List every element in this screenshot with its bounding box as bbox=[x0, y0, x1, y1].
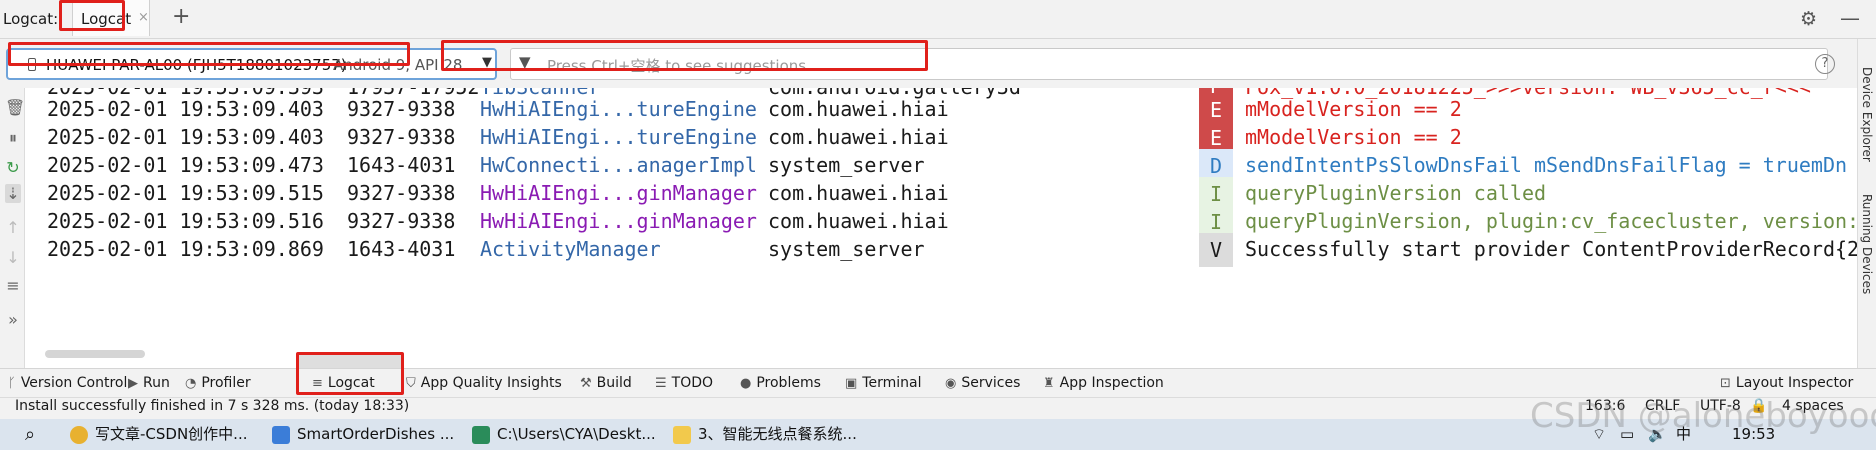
highlight-box-device bbox=[8, 42, 410, 66]
running-devices-tab[interactable]: Running Devices bbox=[1860, 194, 1874, 294]
log-message: mModelVersion == 2 bbox=[1245, 97, 1462, 121]
layout-inspector-icon: ⊡ bbox=[1720, 376, 1731, 391]
quality-icon: ⛉ bbox=[406, 376, 416, 391]
log-row[interactable]: 2025-02-01 19:53:09.869 1643-4031 Activity… bbox=[25, 233, 1857, 267]
tool-terminal[interactable]: ▣ Terminal bbox=[845, 375, 921, 391]
tool-app-inspection[interactable]: ♜ App Inspection bbox=[1043, 375, 1164, 391]
terminal-icon bbox=[472, 425, 490, 444]
taskbar-item-android-studio[interactable]: SmartOrderDishes ... bbox=[272, 419, 454, 450]
taskbar-item-folder[interactable]: 3、智能无线点餐系统... bbox=[673, 419, 857, 450]
tool-layout-inspector[interactable]: ⊡ Layout Inspector bbox=[1720, 375, 1853, 391]
problems-icon: ● bbox=[740, 376, 752, 391]
minus-icon[interactable]: — bbox=[1840, 6, 1860, 30]
services-icon: ◉ bbox=[945, 376, 957, 391]
log-timestamp: 2025-02-01 19:53:09.403 bbox=[47, 97, 324, 121]
tool-services[interactable]: ◉ Services bbox=[945, 375, 1020, 391]
log-timestamp: 2025-02-01 19:53:09.869 bbox=[47, 237, 324, 261]
profiler-icon: ◔ bbox=[185, 376, 197, 391]
log-package: com.huawei.hiai bbox=[768, 97, 949, 121]
log-pid: 9327-9338 bbox=[347, 97, 456, 121]
help-icon[interactable]: ? bbox=[1815, 54, 1835, 74]
tool-version-control[interactable]: ᚴ Version Control bbox=[8, 375, 127, 391]
log-message: queryPluginVersion, plugin:cv_facecluste… bbox=[1245, 209, 1857, 233]
log-pid: 9327-9338 bbox=[347, 209, 456, 233]
tool-app-quality-insights[interactable]: ⛉ App Quality Insights bbox=[406, 375, 562, 391]
search-icon[interactable]: ⌕ bbox=[25, 419, 35, 450]
gear-icon[interactable]: ⚙ bbox=[1800, 8, 1817, 30]
logcat-header-bar: Logcat: Logcat × + ⚙ — bbox=[0, 0, 1876, 39]
log-pid: 1643-4031 bbox=[347, 237, 456, 261]
log-timestamp: 2025-02-01 19:53:09.515 bbox=[47, 181, 324, 205]
log-package: com.huawei.hiai bbox=[768, 209, 949, 233]
log-pid: 9327-9338 bbox=[347, 181, 456, 205]
log-tag: HwHiAIEngi...ginManager bbox=[480, 181, 757, 205]
highlight-box-query bbox=[441, 40, 928, 71]
chrome-icon bbox=[70, 425, 88, 444]
tool-window-bar: ᚴ Version Control ▶ Run ◔ Profiler ≡ Logcat … bbox=[0, 368, 1876, 398]
taskbar-item-chrome[interactable]: 写文章-CSDN创作中... bbox=[70, 419, 247, 450]
log-pid: 9327-9338 bbox=[347, 125, 456, 149]
hammer-icon: ⚒ bbox=[580, 376, 592, 391]
csdn-watermark: CSDN @aloneboyooo bbox=[1530, 396, 1876, 436]
highlight-box-tab bbox=[59, 0, 125, 31]
pause-icon[interactable]: ⏸ bbox=[5, 128, 21, 148]
trash-icon[interactable]: 🗑 bbox=[5, 98, 25, 117]
logcat-output[interactable]: 2025-02-01 19:53:09.39317937-17952TibSca… bbox=[25, 88, 1857, 368]
tool-profiler[interactable]: ◔ Profiler bbox=[185, 375, 251, 391]
log-message: mModelVersion == 2 bbox=[1245, 125, 1462, 149]
highlight-box-logcat-tool bbox=[296, 352, 404, 395]
log-timestamp: 2025-02-01 19:53:09.473 bbox=[47, 153, 324, 177]
run-icon: ▶ bbox=[128, 376, 138, 391]
log-timestamp: 2025-02-01 19:53:09.516 bbox=[47, 209, 324, 233]
folder-icon bbox=[673, 425, 691, 444]
android-studio-icon bbox=[272, 425, 290, 444]
log-package: system_server bbox=[768, 237, 925, 261]
log-package: com.huawei.hiai bbox=[768, 181, 949, 205]
logcat-panel-label: Logcat: bbox=[3, 10, 59, 28]
device-explorer-tab[interactable]: Device Explorer bbox=[1860, 67, 1874, 162]
add-tab-icon[interactable]: + bbox=[172, 4, 190, 29]
log-tag: HwHiAIEngi...tureEngine bbox=[480, 97, 757, 121]
log-message: Successfully start provider ContentProvi… bbox=[1245, 237, 1857, 261]
log-tag: HwConnecti...anagerImpl bbox=[480, 153, 757, 177]
logcat-toolbar: 🗑 ⏸ ↻ ⇣ ↑ ↓ ≡ » bbox=[0, 88, 25, 368]
terminal-icon: ▣ bbox=[845, 376, 858, 391]
close-icon[interactable]: × bbox=[138, 10, 149, 25]
tool-build[interactable]: ⚒ Build bbox=[580, 375, 632, 391]
restart-icon[interactable]: ↻ bbox=[5, 158, 21, 177]
status-message: Install successfully finished in 7 s 328… bbox=[15, 398, 410, 414]
log-message: sendIntentPsSlowDnsFail mSendDnsFailFlag… bbox=[1245, 153, 1848, 177]
branch-icon: ᚴ bbox=[8, 376, 16, 391]
scroll-to-end-icon[interactable]: ⇣ bbox=[5, 184, 21, 203]
tool-todo[interactable]: ☰ TODO bbox=[655, 375, 713, 391]
log-tag: HwHiAIEngi...ginManager bbox=[480, 209, 757, 233]
log-message: queryPluginVersion called bbox=[1245, 181, 1547, 205]
tool-run[interactable]: ▶ Run bbox=[128, 375, 170, 391]
inspection-icon: ♜ bbox=[1043, 376, 1055, 391]
more-icon[interactable]: » bbox=[5, 310, 21, 329]
right-tool-rail: Device Explorer Running Devices bbox=[1857, 39, 1876, 368]
log-timestamp: 2025-02-01 19:53:09.403 bbox=[47, 125, 324, 149]
log-level-badge: V bbox=[1199, 233, 1233, 267]
horizontal-scrollbar[interactable] bbox=[45, 350, 145, 358]
tool-problems[interactable]: ● Problems bbox=[740, 375, 821, 391]
up-arrow-icon[interactable]: ↑ bbox=[5, 218, 21, 237]
log-package: system_server bbox=[768, 153, 925, 177]
log-package: com.huawei.hiai bbox=[768, 125, 949, 149]
log-pid: 1643-4031 bbox=[347, 153, 456, 177]
soft-wrap-icon[interactable]: ≡ bbox=[5, 276, 21, 295]
list-icon: ☰ bbox=[655, 376, 667, 391]
down-arrow-icon[interactable]: ↓ bbox=[5, 248, 21, 267]
log-tag: ActivityManager bbox=[480, 237, 661, 261]
log-tag: HwHiAIEngi...tureEngine bbox=[480, 125, 757, 149]
taskbar-item-terminal[interactable]: C:\Users\CYA\Deskt... bbox=[472, 419, 656, 450]
